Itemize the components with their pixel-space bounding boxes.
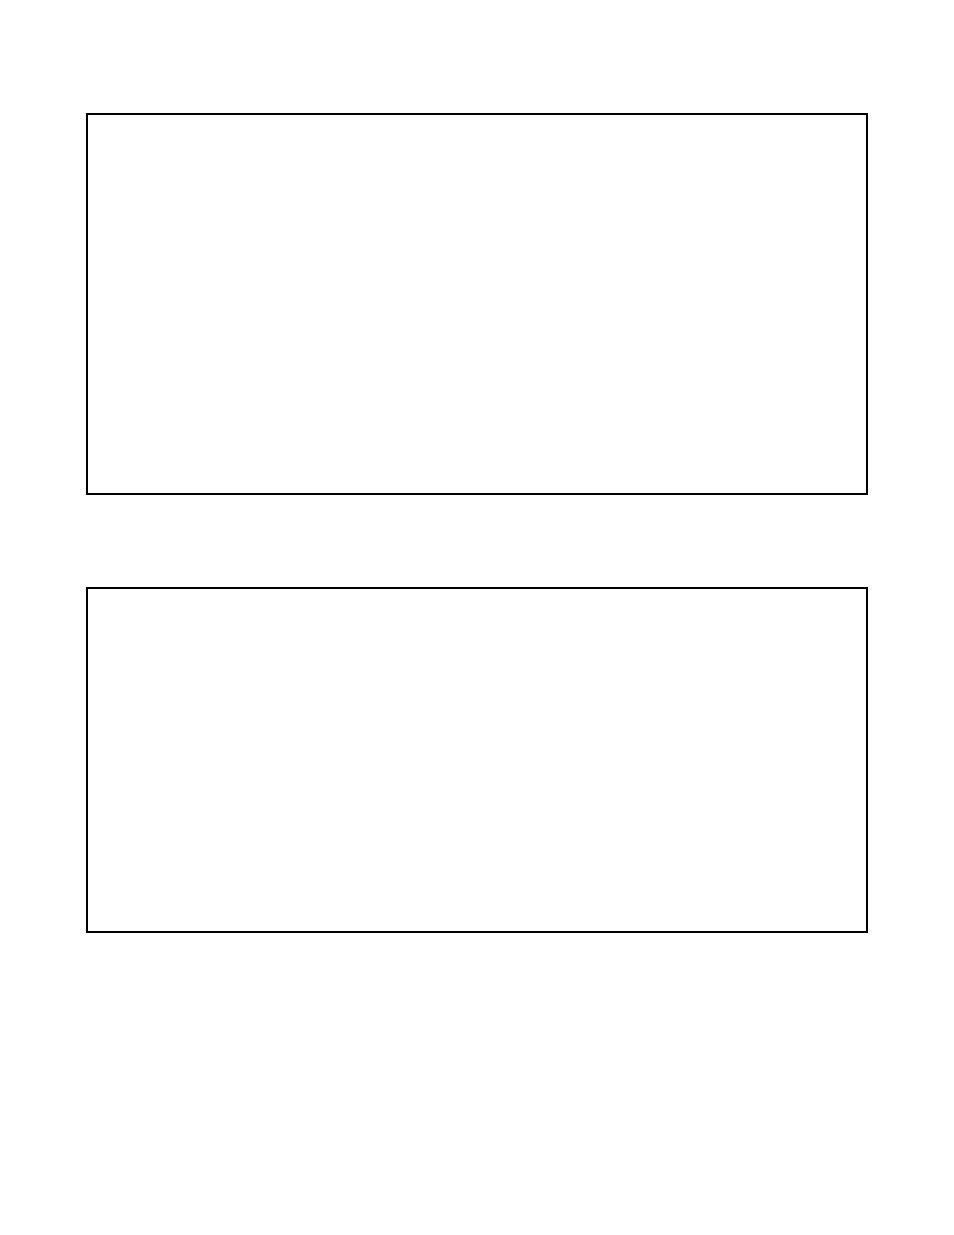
empty-box-top <box>86 113 868 495</box>
empty-box-bottom <box>86 587 868 933</box>
